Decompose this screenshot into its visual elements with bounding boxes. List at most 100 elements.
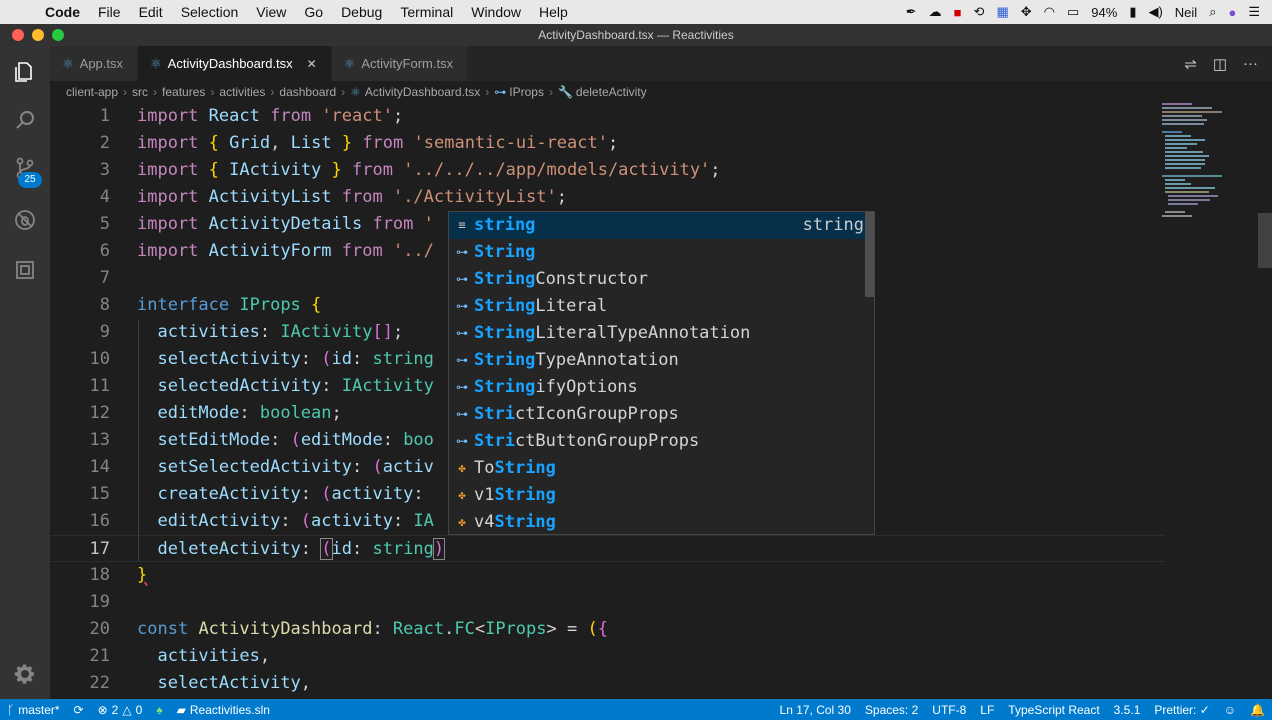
menu-help[interactable]: Help [530, 4, 577, 20]
menu-window[interactable]: Window [462, 4, 530, 20]
battery-icon[interactable]: ▮ [1129, 4, 1136, 20]
extensions-icon[interactable] [9, 254, 41, 286]
volume-icon[interactable]: ◀) [1148, 4, 1162, 20]
move-icon[interactable]: ✥ [1021, 4, 1032, 20]
more-actions-icon[interactable]: ··· [1243, 55, 1258, 72]
record-icon[interactable]: ■ [954, 5, 962, 20]
tab-activity-dashboard-tsx[interactable]: ⚛ ActivityDashboard.tsx ✕ [138, 46, 332, 81]
breadcrumb-item[interactable]: src [132, 85, 148, 99]
split-editor-icon[interactable]: ◫ [1213, 55, 1227, 73]
interface-icon: ⊶ [456, 299, 468, 313]
git-branch[interactable]: ᚴ master* [0, 703, 67, 717]
breadcrumb-item[interactable]: activities [219, 85, 265, 99]
suggestion-detail: string [802, 215, 864, 235]
solution-indicator[interactable]: ▰ Reactivities.sln [170, 703, 277, 717]
line-number: 7 [99, 268, 110, 288]
suggestion-item[interactable]: ⊶ StringifyOptions [449, 374, 874, 401]
interface-icon: ⊶ [456, 434, 468, 448]
language-mode[interactable]: TypeScript React [1001, 703, 1106, 717]
notification-center-icon[interactable]: ☰ [1248, 4, 1260, 20]
breadcrumb-item[interactable]: features [162, 85, 205, 99]
window-minimize-button[interactable] [32, 29, 44, 41]
suggestion-item[interactable]: ⊶ String [449, 239, 874, 266]
suggestion-item[interactable]: ⊶ StrictIconGroupProps [449, 401, 874, 428]
folder-icon: ▰ [176, 702, 186, 717]
open-changes-icon[interactable]: ⇌ [1184, 55, 1197, 73]
warning-icon: △ [122, 702, 132, 717]
window-zoom-button[interactable] [52, 29, 64, 41]
function-icon: ✤ [458, 488, 466, 502]
tab-label: ActivityForm.tsx [361, 56, 454, 71]
line-number: 16 [89, 511, 110, 531]
typescript-version[interactable]: 3.5.1 [1107, 703, 1148, 717]
tab-app-tsx[interactable]: ⚛ App.tsx [50, 46, 139, 81]
menu-view[interactable]: View [247, 4, 295, 20]
menu-app-code[interactable]: Code [36, 4, 89, 20]
breadcrumb-item[interactable]: ActivityDashboard.tsx [365, 85, 480, 99]
autocomplete-suggestions[interactable]: ≡ string string ⊶ String ⊶ StringConstructor… [448, 211, 875, 535]
indentation[interactable]: Spaces: 2 [858, 703, 925, 717]
line-number: 2 [99, 133, 110, 153]
feedback-smiley-icon[interactable]: ☺ [1217, 703, 1243, 717]
suggestion-item[interactable]: ⊶ StringTypeAnnotation [449, 347, 874, 374]
menu-selection[interactable]: Selection [172, 4, 248, 20]
interface-icon: ⊶ [456, 326, 468, 340]
cursor-position[interactable]: Ln 17, Col 30 [773, 703, 858, 717]
explorer-icon[interactable] [9, 56, 41, 88]
window-close-button[interactable] [12, 29, 24, 41]
line-number: 12 [89, 403, 110, 423]
code-line: 2 import { Grid, List } from 'semantic-ui… [50, 130, 1165, 157]
search-icon[interactable] [9, 104, 41, 136]
suggestion-item[interactable]: ≡ string string [449, 212, 874, 239]
line-number: 11 [89, 376, 110, 396]
debug-icon[interactable] [9, 204, 41, 236]
cloud-icon[interactable]: ☁ [929, 4, 942, 20]
suggestion-item[interactable]: ⊶ StringConstructor [449, 266, 874, 293]
menu-terminal[interactable]: Terminal [391, 4, 462, 20]
airplay-icon[interactable]: ▭ [1067, 4, 1079, 20]
siri-icon[interactable]: ● [1228, 5, 1236, 20]
editor-scrollbar[interactable] [1258, 213, 1272, 268]
suggestion-item[interactable]: ✤ v1String [449, 482, 874, 509]
grid-app-icon[interactable]: ▦ [996, 4, 1008, 20]
suggestion-item[interactable]: ✤ v4String [449, 509, 874, 534]
battery-percent[interactable]: 94% [1091, 5, 1117, 20]
close-tab-icon[interactable]: ✕ [307, 57, 317, 71]
line-number: 5 [99, 214, 110, 234]
wifi-icon[interactable]: ◠ [1044, 4, 1055, 20]
property-symbol-icon: 🔧 [557, 85, 573, 99]
breadcrumb-item[interactable]: IProps [509, 85, 544, 99]
breadcrumb-item[interactable]: client-app [66, 85, 118, 99]
code-line: 4 import ActivityList from './ActivityLis… [50, 184, 1165, 211]
breadcrumb-item[interactable]: deleteActivity [576, 85, 647, 99]
menu-debug[interactable]: Debug [332, 4, 391, 20]
menu-file[interactable]: File [89, 4, 130, 20]
code-line: 1 import React from 'react'; [50, 103, 1165, 130]
line-number: 20 [89, 619, 110, 639]
minimap[interactable] [1162, 103, 1258, 233]
suggestion-item[interactable]: ⊶ StringLiteral [449, 293, 874, 320]
menu-go[interactable]: Go [295, 4, 332, 20]
time-machine-icon[interactable]: ⟲ [974, 4, 985, 20]
suggestion-item[interactable]: ✤ ToString [449, 455, 874, 482]
function-icon: ✤ [458, 461, 466, 475]
problems-indicator[interactable]: ⊗ 2 △ 0 [91, 703, 150, 717]
breadcrumb-item[interactable]: dashboard [279, 85, 336, 99]
user-name[interactable]: Neil [1175, 5, 1197, 20]
notifications-bell-icon[interactable]: 🔔 [1243, 703, 1272, 717]
spotlight-search-icon[interactable]: ⌕ [1209, 4, 1216, 20]
suggestion-item[interactable]: ⊶ StrictButtonGroupProps [449, 428, 874, 455]
prettier-status[interactable]: Prettier: ✓ [1147, 703, 1216, 717]
settings-gear-icon[interactable] [9, 658, 41, 690]
suggestions-scrollbar[interactable] [865, 212, 874, 297]
end-of-line[interactable]: LF [973, 703, 1001, 717]
sync-icon[interactable]: ⟳ [67, 703, 91, 717]
tab-activity-form-tsx[interactable]: ⚛ ActivityForm.tsx [331, 46, 469, 81]
suggestion-item[interactable]: ⊶ StringLiteralTypeAnnotation [449, 320, 874, 347]
menu-edit[interactable]: Edit [130, 4, 172, 20]
branch-icon: ᚴ [7, 702, 15, 717]
line-number: 8 [99, 295, 110, 315]
pen-icon[interactable]: ✒ [906, 4, 917, 20]
encoding[interactable]: UTF-8 [925, 703, 973, 717]
live-share-icon[interactable]: ♠ [149, 703, 169, 717]
